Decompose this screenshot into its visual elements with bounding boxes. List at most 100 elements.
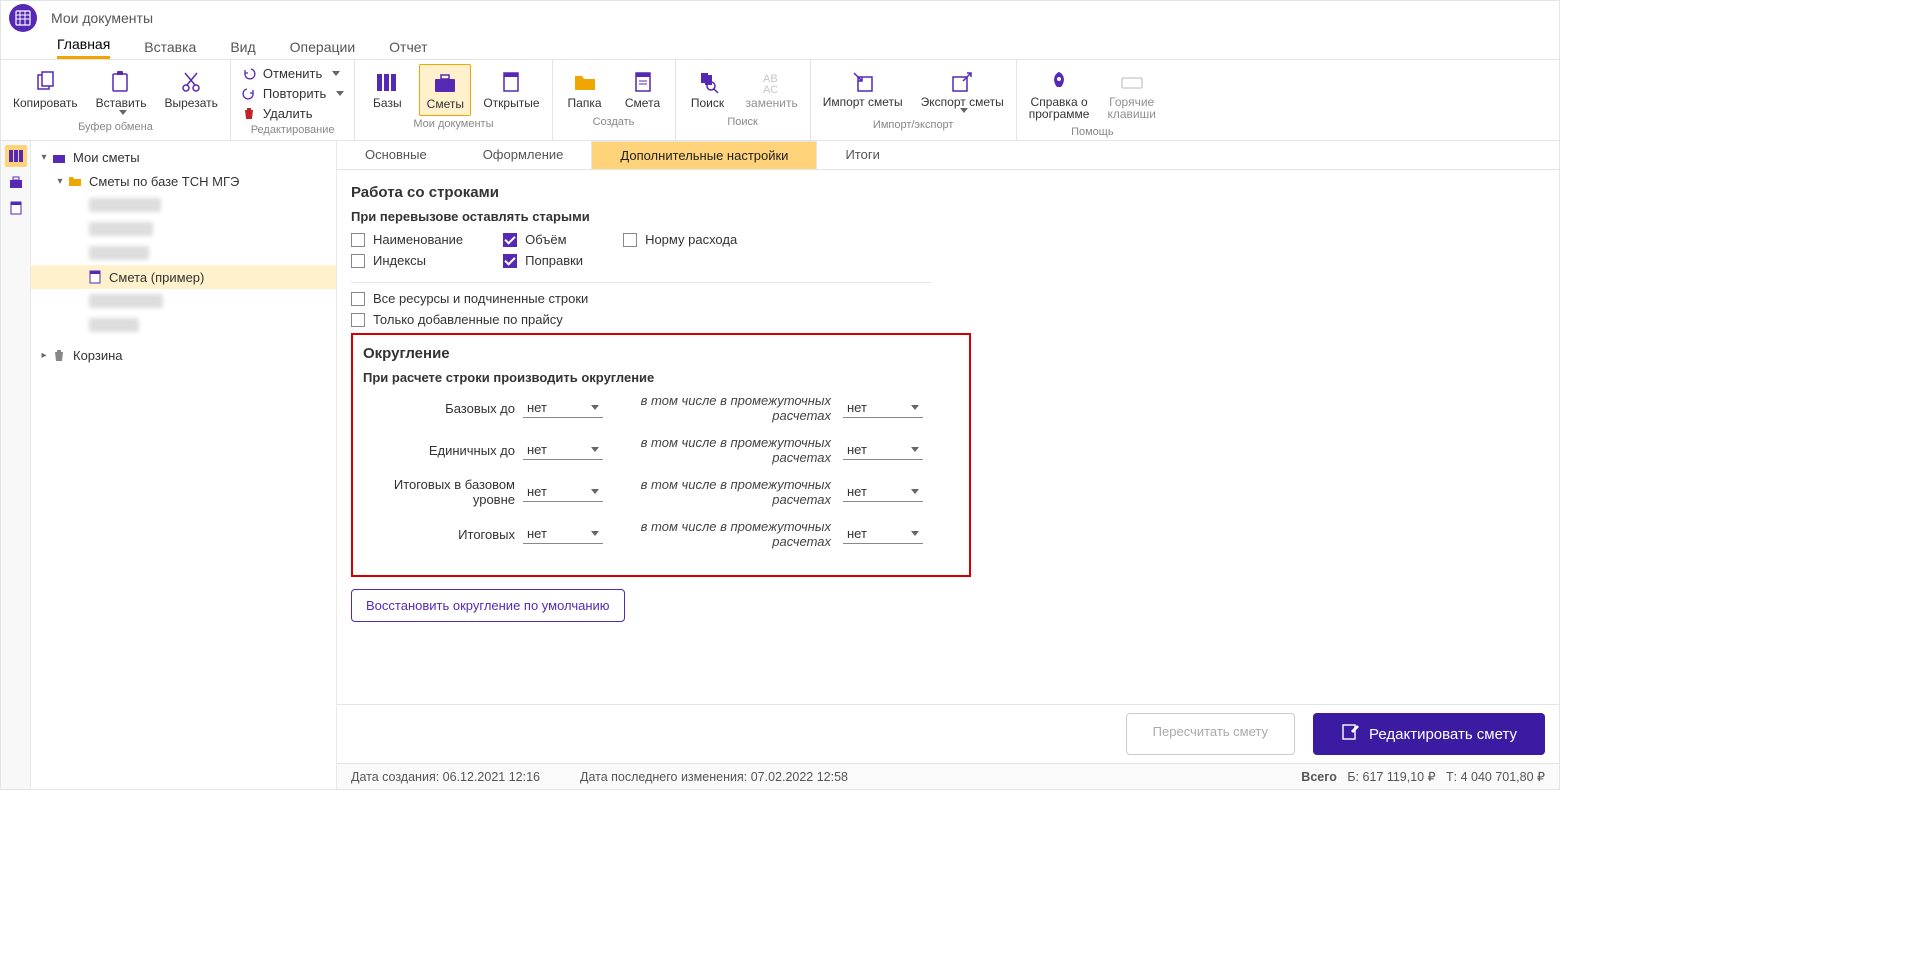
bases-button[interactable]: Базы bbox=[361, 64, 413, 114]
modified-value: 07.02.2022 12:58 bbox=[751, 770, 848, 784]
created-label: Дата создания: bbox=[351, 770, 439, 784]
tree-panel: ▾ Мои сметы ▾ Сметы по базе ТСН МГЭ Смет… bbox=[31, 141, 337, 789]
import-button[interactable]: Импорт сметы bbox=[817, 64, 909, 112]
export-icon bbox=[948, 68, 976, 96]
search-icon bbox=[694, 68, 722, 96]
checkbox-popravki[interactable]: Поправки bbox=[503, 253, 583, 268]
intermediate-label: в том числе в промежуточных расчетах bbox=[603, 435, 843, 465]
checkbox-norm[interactable]: Норму расхода bbox=[623, 232, 737, 247]
open-button[interactable]: Открытые bbox=[477, 64, 545, 114]
rounding-dropdown[interactable]: нет bbox=[843, 524, 923, 544]
search-button[interactable]: Поиск bbox=[682, 64, 734, 114]
checkbox-icon bbox=[503, 233, 517, 247]
copy-button[interactable]: Копировать bbox=[7, 64, 84, 114]
delete-button[interactable]: Удалить bbox=[237, 104, 348, 122]
ribbon-group-label: Поиск bbox=[727, 116, 757, 128]
undo-button[interactable]: Отменить bbox=[237, 64, 348, 82]
modified-label: Дата последнего изменения: bbox=[580, 770, 747, 784]
hotkeys-button: Горячиеклавиши bbox=[1101, 64, 1161, 124]
document-icon bbox=[497, 68, 525, 96]
ribbon-group-edit: Отменить Повторить Удалить Редактировани… bbox=[231, 60, 355, 140]
smety-button[interactable]: Сметы bbox=[419, 64, 471, 116]
checkbox-icon bbox=[351, 254, 365, 268]
collapse-icon[interactable]: ▾ bbox=[53, 176, 67, 187]
checkbox-all-resources[interactable]: Все ресурсы и подчиненные строки bbox=[351, 291, 1559, 306]
export-button[interactable]: Экспорт сметы bbox=[915, 64, 1010, 117]
side-tab-briefcase[interactable] bbox=[5, 171, 27, 193]
ribbon-group-create: Папка Смета Создать bbox=[553, 60, 676, 140]
rounding-dropdown[interactable]: нет bbox=[843, 398, 923, 418]
chevron-down-icon bbox=[960, 108, 968, 113]
briefcase-icon bbox=[431, 69, 459, 97]
rounding-dropdown[interactable]: нет bbox=[523, 398, 603, 418]
about-button[interactable]: Справка опрограмме bbox=[1023, 64, 1096, 124]
side-strip bbox=[1, 141, 31, 789]
base-value: 617 119,10 ₽ bbox=[1363, 769, 1436, 784]
tree-item[interactable] bbox=[31, 313, 336, 337]
restore-rounding-button[interactable]: Восстановить округление по умолчанию bbox=[351, 589, 625, 622]
chevron-down-icon bbox=[591, 405, 599, 410]
chevron-down-icon bbox=[591, 447, 599, 452]
tree-item[interactable] bbox=[31, 193, 336, 217]
expand-icon[interactable]: ▸ bbox=[37, 350, 51, 361]
checkbox-only-added[interactable]: Только добавленные по прайсу bbox=[351, 312, 1559, 327]
rounding-dropdown[interactable]: нет bbox=[523, 440, 603, 460]
tab-main[interactable]: Основные bbox=[337, 141, 455, 169]
undo-icon bbox=[241, 65, 257, 81]
tree-folder[interactable]: ▾ Сметы по базе ТСН МГЭ bbox=[31, 169, 336, 193]
side-tab-bases[interactable] bbox=[5, 145, 27, 167]
checkbox-volume[interactable]: Объём bbox=[503, 232, 583, 247]
rounding-dropdown[interactable]: нет bbox=[843, 440, 923, 460]
rounding-row: Итоговых в базовом уровненетв том числе … bbox=[353, 477, 955, 507]
document-icon bbox=[87, 269, 103, 285]
tree-item-selected[interactable]: Смета (пример) bbox=[31, 265, 336, 289]
menu-item-insert[interactable]: Вставка bbox=[144, 39, 196, 59]
rounding-row: Итоговыхнетв том числе в промежуточных р… bbox=[353, 519, 955, 549]
copy-icon bbox=[31, 68, 59, 96]
checkbox-icon bbox=[503, 254, 517, 268]
ribbon-group-label: Мои документы bbox=[413, 118, 493, 130]
menu-item-report[interactable]: Отчет bbox=[389, 39, 427, 59]
replace-button: АВАСзаменить bbox=[740, 64, 804, 114]
recalculate-button[interactable]: Пересчитать смету bbox=[1126, 713, 1295, 755]
side-tab-doc[interactable] bbox=[5, 197, 27, 219]
keyboard-icon bbox=[1118, 68, 1146, 96]
new-folder-button[interactable]: Папка bbox=[559, 64, 611, 114]
rounding-dropdown[interactable]: нет bbox=[843, 482, 923, 502]
menu-item-ops[interactable]: Операции bbox=[290, 39, 356, 59]
checkbox-indexes[interactable]: Индексы bbox=[351, 253, 463, 268]
rounding-row: Базовых донетв том числе в промежуточных… bbox=[353, 393, 955, 423]
checkbox-name[interactable]: Наименование bbox=[351, 232, 463, 247]
ribbon-group-label: Редактирование bbox=[251, 124, 335, 136]
tab-totals[interactable]: Итоги bbox=[817, 141, 907, 169]
edit-smeta-button[interactable]: Редактировать смету bbox=[1313, 713, 1545, 755]
tree-trash[interactable]: ▸ Корзина bbox=[31, 343, 336, 367]
collapse-icon[interactable]: ▾ bbox=[37, 152, 51, 163]
chevron-down-icon bbox=[591, 531, 599, 536]
new-smeta-button[interactable]: Смета bbox=[617, 64, 669, 114]
tab-additional[interactable]: Дополнительные настройки bbox=[591, 141, 817, 169]
menu-item-main[interactable]: Главная bbox=[57, 36, 110, 59]
content: Основные Оформление Дополнительные настр… bbox=[337, 141, 1559, 789]
intermediate-label: в том числе в промежуточных расчетах bbox=[603, 477, 843, 507]
redo-button[interactable]: Повторить bbox=[237, 84, 348, 102]
cut-button[interactable]: Вырезать bbox=[159, 64, 224, 114]
section-subtitle: При расчете строки производить округлени… bbox=[353, 370, 955, 385]
trash-icon bbox=[51, 347, 67, 363]
rounding-dropdown[interactable]: нет bbox=[523, 482, 603, 502]
tree-item[interactable] bbox=[31, 289, 336, 313]
base-label: Б: bbox=[1347, 770, 1359, 784]
paste-button[interactable]: Вставить bbox=[90, 64, 153, 119]
tree-item[interactable] bbox=[31, 217, 336, 241]
checkbox-icon bbox=[623, 233, 637, 247]
menu-item-view[interactable]: Вид bbox=[230, 39, 255, 59]
tab-design[interactable]: Оформление bbox=[455, 141, 592, 169]
briefcase-icon bbox=[51, 149, 67, 165]
rounding-label: Базовых до bbox=[353, 401, 523, 416]
rounding-label: Итоговых bbox=[353, 527, 523, 542]
tree-root[interactable]: ▾ Мои сметы bbox=[31, 145, 336, 169]
rounding-dropdown[interactable]: нет bbox=[523, 524, 603, 544]
chevron-down-icon bbox=[119, 110, 127, 115]
section-subtitle: При перевызове оставлять старыми bbox=[351, 209, 1559, 224]
tree-item[interactable] bbox=[31, 241, 336, 265]
